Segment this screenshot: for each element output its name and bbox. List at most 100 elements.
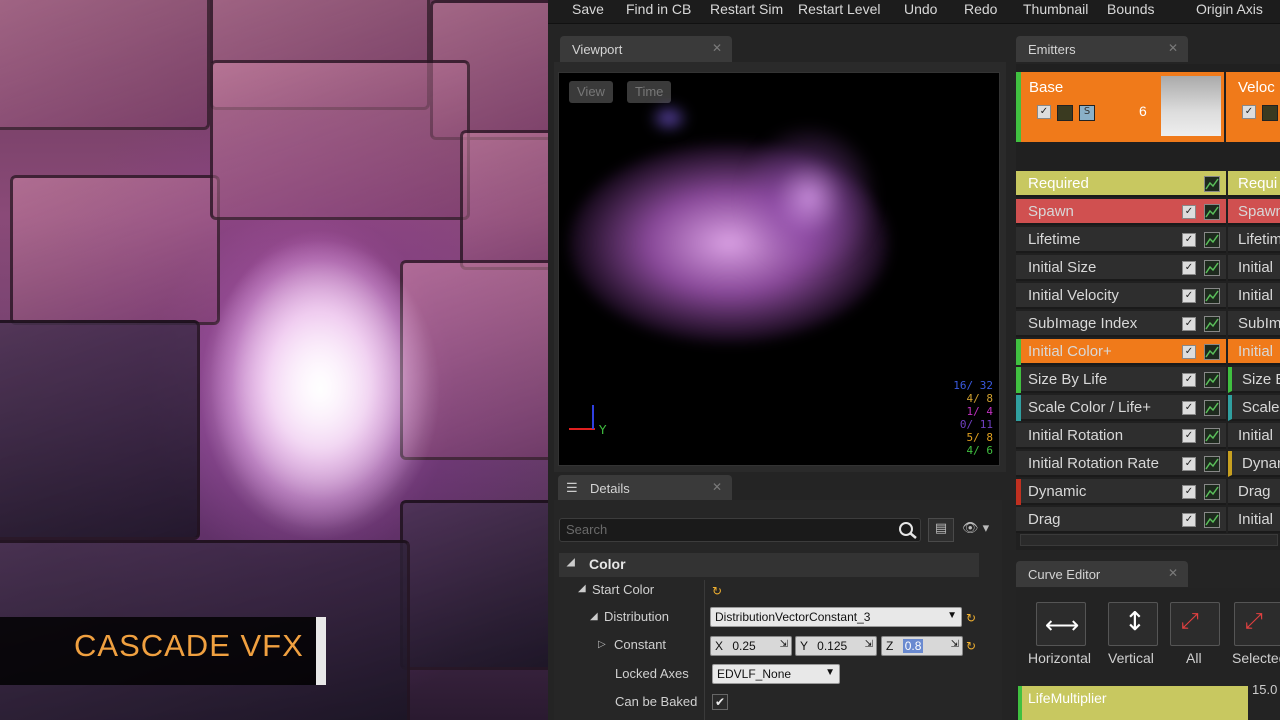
reset-icon[interactable]: ↻ (966, 611, 976, 625)
module-enable-checkbox[interactable]: ✓ (1182, 429, 1196, 443)
solo-icon[interactable]: S (1079, 105, 1095, 121)
close-icon[interactable]: ✕ (712, 41, 722, 55)
grid-view-icon[interactable]: ▤ (928, 518, 954, 542)
module-row[interactable]: Initial (1228, 255, 1280, 281)
render-mode-icon[interactable] (1057, 105, 1073, 121)
emitter-enable-checkbox[interactable]: ✓ (1037, 105, 1051, 119)
reset-icon[interactable]: ↻ (712, 584, 722, 598)
find-in-cb-button[interactable]: Find in CB (626, 1, 691, 17)
module-row[interactable]: Requi (1228, 171, 1280, 197)
curve-graph-icon[interactable] (1204, 316, 1220, 332)
curve-graph-icon[interactable] (1204, 372, 1220, 388)
fit-all-button[interactable]: ⤢ (1170, 602, 1220, 646)
drag-arrows-icon[interactable]: ⇲ (865, 639, 873, 650)
can-be-baked-checkbox[interactable]: ✔ (712, 694, 728, 710)
curve-graph-icon[interactable] (1204, 288, 1220, 304)
time-button[interactable]: Time (627, 81, 672, 103)
tab-curve-editor[interactable]: Curve Editor ✕ (1016, 561, 1188, 587)
module-row[interactable]: SubImage Index ✓ (1016, 311, 1226, 337)
module-enable-checkbox[interactable]: ✓ (1182, 373, 1196, 387)
emitter-base[interactable]: Base ✓ S 6 (1016, 72, 1224, 142)
restart-sim-button[interactable]: Restart Sim (710, 1, 783, 17)
module-enable-checkbox[interactable]: ✓ (1182, 485, 1196, 499)
module-row[interactable]: Initial (1228, 507, 1280, 533)
module-row[interactable]: Initial Rotation ✓ (1016, 423, 1226, 449)
module-row[interactable]: Lifetime ✓ (1016, 227, 1226, 253)
curve-graph-icon[interactable] (1204, 204, 1220, 220)
redo-button[interactable]: Redo (964, 1, 997, 17)
render-mode-icon[interactable] (1262, 105, 1278, 121)
constant-z-field[interactable]: Z 0.8 ⇲ (881, 636, 963, 656)
emitter-second[interactable]: Veloc ✓ (1226, 72, 1280, 142)
tab-viewport[interactable]: Viewport ✕ (560, 36, 732, 62)
tab-emitters[interactable]: Emitters ✕ (1016, 36, 1188, 62)
origin-axis-button[interactable]: Origin Axis (1196, 1, 1263, 17)
module-enable-checkbox[interactable]: ✓ (1182, 513, 1196, 527)
module-row[interactable]: Lifetim (1228, 227, 1280, 253)
module-row[interactable]: Required (1016, 171, 1226, 197)
restart-level-button[interactable]: Restart Level (798, 1, 880, 17)
view-button[interactable]: View (569, 81, 613, 103)
locked-axes-select[interactable]: EDVLF_None ▼ (712, 664, 840, 684)
module-row[interactable]: Scale Color / Life+ ✓ (1016, 395, 1226, 421)
curve-graph-icon[interactable] (1204, 344, 1220, 360)
fit-horizontal-button[interactable]: ⟷ (1036, 602, 1086, 646)
emitter-enable-checkbox[interactable]: ✓ (1242, 105, 1256, 119)
module-enable-checkbox[interactable]: ✓ (1182, 317, 1196, 331)
viewport-canvas[interactable]: View Time Y 16/ 32 4/ 8 1/ 4 0/ 11 5/ 8 4/ 6 (558, 72, 1000, 466)
thumbnail-button[interactable]: Thumbnail (1023, 1, 1088, 17)
curve-graph-icon[interactable] (1204, 484, 1220, 500)
module-enable-checkbox[interactable]: ✓ (1182, 401, 1196, 415)
module-row[interactable]: Drag (1228, 479, 1280, 505)
module-row[interactable]: Scale (1228, 395, 1280, 421)
module-row[interactable]: Dynamic ✓ (1016, 479, 1226, 505)
module-enable-checkbox[interactable]: ✓ (1182, 345, 1196, 359)
undo-button[interactable]: Undo (904, 1, 937, 17)
curve-track-lifemultiplier[interactable]: LifeMultiplier (1018, 686, 1248, 720)
distribution-select[interactable]: DistributionVectorConstant_3 ▼ (710, 607, 962, 627)
bounds-button[interactable]: Bounds (1107, 1, 1154, 17)
curve-graph-icon[interactable] (1204, 176, 1220, 192)
curve-graph-icon[interactable] (1204, 260, 1220, 276)
curve-graph-icon[interactable] (1204, 400, 1220, 416)
module-row[interactable]: Spawn ✓ (1016, 199, 1226, 225)
module-row[interactable]: Initial Size ✓ (1016, 255, 1226, 281)
details-search-input[interactable]: Search (559, 518, 921, 542)
module-enable-checkbox[interactable]: ✓ (1182, 261, 1196, 275)
tab-details[interactable]: ☰ Details ✕ (558, 475, 732, 501)
module-row[interactable]: Dynan (1228, 451, 1280, 477)
curve-graph-icon[interactable] (1204, 456, 1220, 472)
module-row[interactable]: Initial (1228, 423, 1280, 449)
emitters-scrollbar[interactable] (1020, 534, 1278, 546)
module-enable-checkbox[interactable]: ✓ (1182, 289, 1196, 303)
module-row[interactable]: Initial Rotation Rate ✓ (1016, 451, 1226, 477)
close-icon[interactable]: ✕ (1168, 41, 1178, 55)
curve-graph-icon[interactable] (1204, 512, 1220, 528)
reset-icon[interactable]: ↻ (966, 639, 976, 653)
constant-x-field[interactable]: X 0.25 ⇲ (710, 636, 792, 656)
module-row[interactable]: Initial Velocity ✓ (1016, 283, 1226, 309)
curve-graph-icon[interactable] (1204, 232, 1220, 248)
module-row[interactable]: Spawn (1228, 199, 1280, 225)
module-enable-checkbox[interactable]: ✓ (1182, 457, 1196, 471)
search-icon[interactable] (896, 520, 920, 540)
module-enable-checkbox[interactable]: ✓ (1182, 233, 1196, 247)
fit-vertical-button[interactable]: ↕ (1108, 602, 1158, 646)
close-icon[interactable]: ✕ (1168, 566, 1178, 580)
module-row[interactable]: Size By Life ✓ (1016, 367, 1226, 393)
module-row[interactable]: Drag ✓ (1016, 507, 1226, 533)
constant-y-field[interactable]: Y 0.125 ⇲ (795, 636, 877, 656)
eye-icon[interactable]: 👁 ▾ (962, 521, 989, 536)
module-row[interactable]: SubIm (1228, 311, 1280, 337)
curve-graph-icon[interactable] (1204, 428, 1220, 444)
module-enable-checkbox[interactable]: ✓ (1182, 205, 1196, 219)
drag-arrows-icon[interactable]: ⇲ (951, 639, 959, 650)
save-button[interactable]: Save (572, 1, 604, 17)
close-icon[interactable]: ✕ (712, 480, 722, 494)
drag-arrows-icon[interactable]: ⇲ (780, 639, 788, 650)
category-color[interactable]: ◢ Color (559, 553, 979, 577)
module-row[interactable]: Initial Color+ ✓ (1016, 339, 1226, 365)
module-row[interactable]: Size E (1228, 367, 1280, 393)
fit-selected-button[interactable]: ⤢ (1234, 602, 1280, 646)
module-row[interactable]: Initial (1228, 283, 1280, 309)
